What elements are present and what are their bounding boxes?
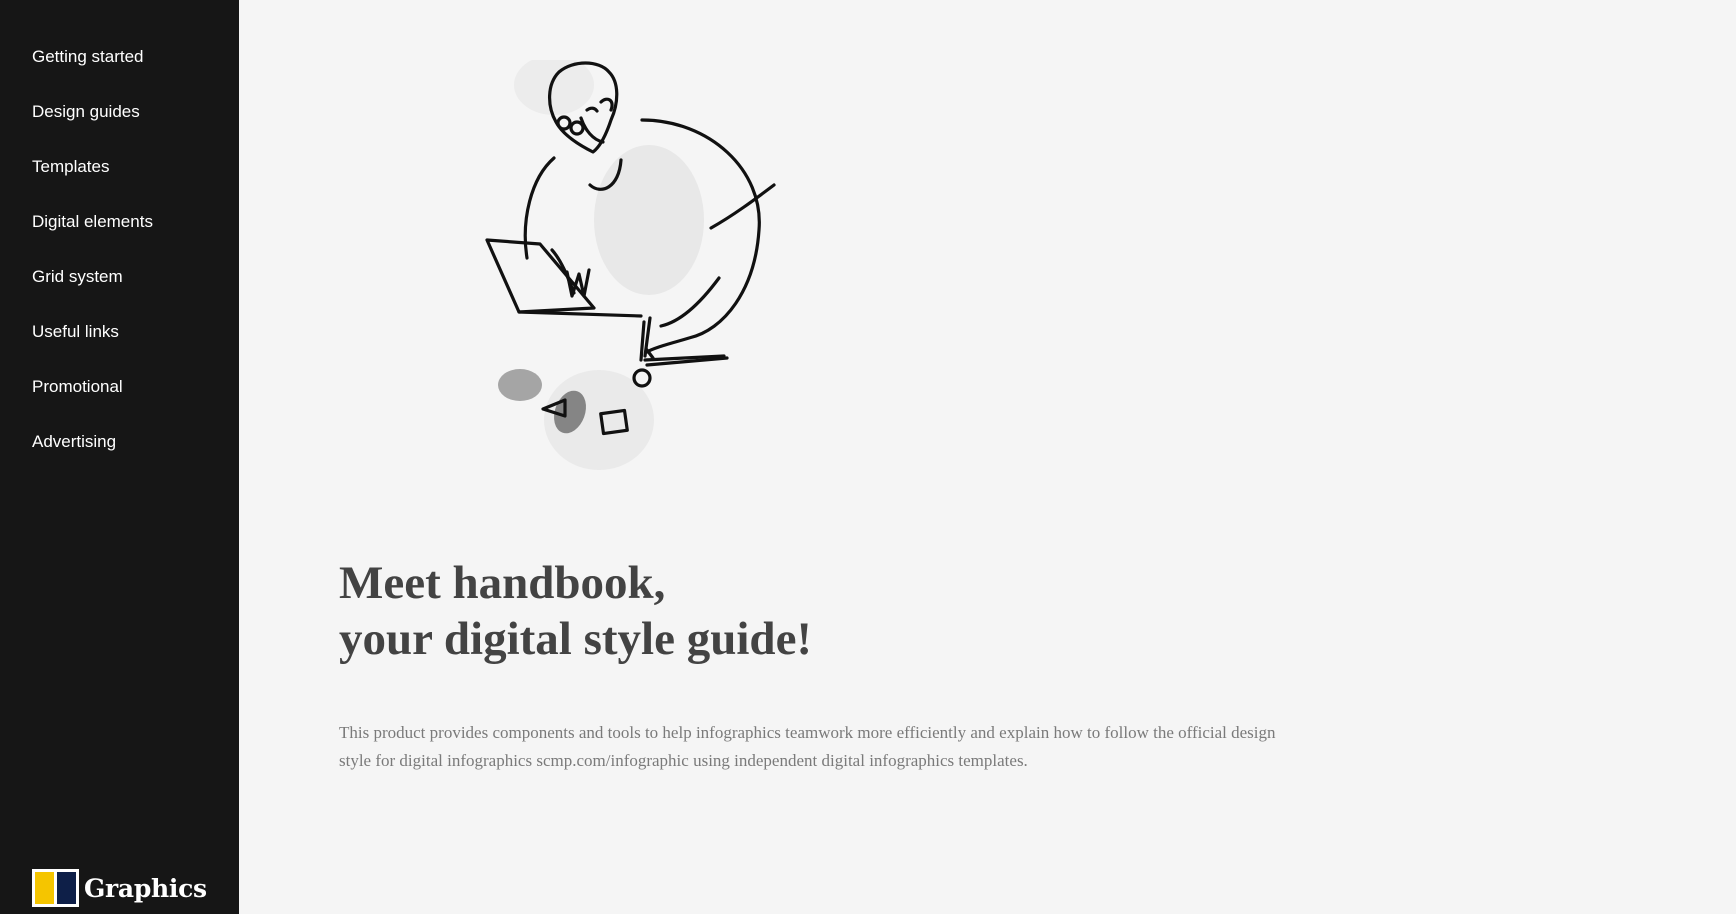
sidebar: Getting started Design guides Templates … [0,0,239,914]
sidebar-item-grid-system[interactable]: Grid system [32,267,153,322]
graphics-logo-icon [32,869,79,907]
sidebar-item-getting-started[interactable]: Getting started [32,47,153,102]
person-with-laptop-illustration [485,60,776,470]
hero-title-line-1: Meet handbook, [339,557,666,609]
sidebar-item-digital-elements[interactable]: Digital elements [32,212,153,267]
hero-title-line-2: your digital style guide! [339,613,813,665]
brand-name: Graphics [84,873,207,903]
sidebar-nav: Getting started Design guides Templates … [32,47,153,487]
sidebar-item-useful-links[interactable]: Useful links [32,322,153,377]
hero-description: This product provides components and too… [339,723,1276,770]
hero-title: Meet handbook, your digital style guide! [339,555,812,667]
sidebar-item-templates[interactable]: Templates [32,157,153,212]
main-content: Meet handbook, your digital style guide!… [239,0,1736,914]
sidebar-item-design-guides[interactable]: Design guides [32,102,153,157]
sidebar-item-promotional[interactable]: Promotional [32,377,153,432]
sidebar-item-advertising[interactable]: Advertising [32,432,153,487]
brand-logo-link[interactable]: Graphics [32,869,207,907]
